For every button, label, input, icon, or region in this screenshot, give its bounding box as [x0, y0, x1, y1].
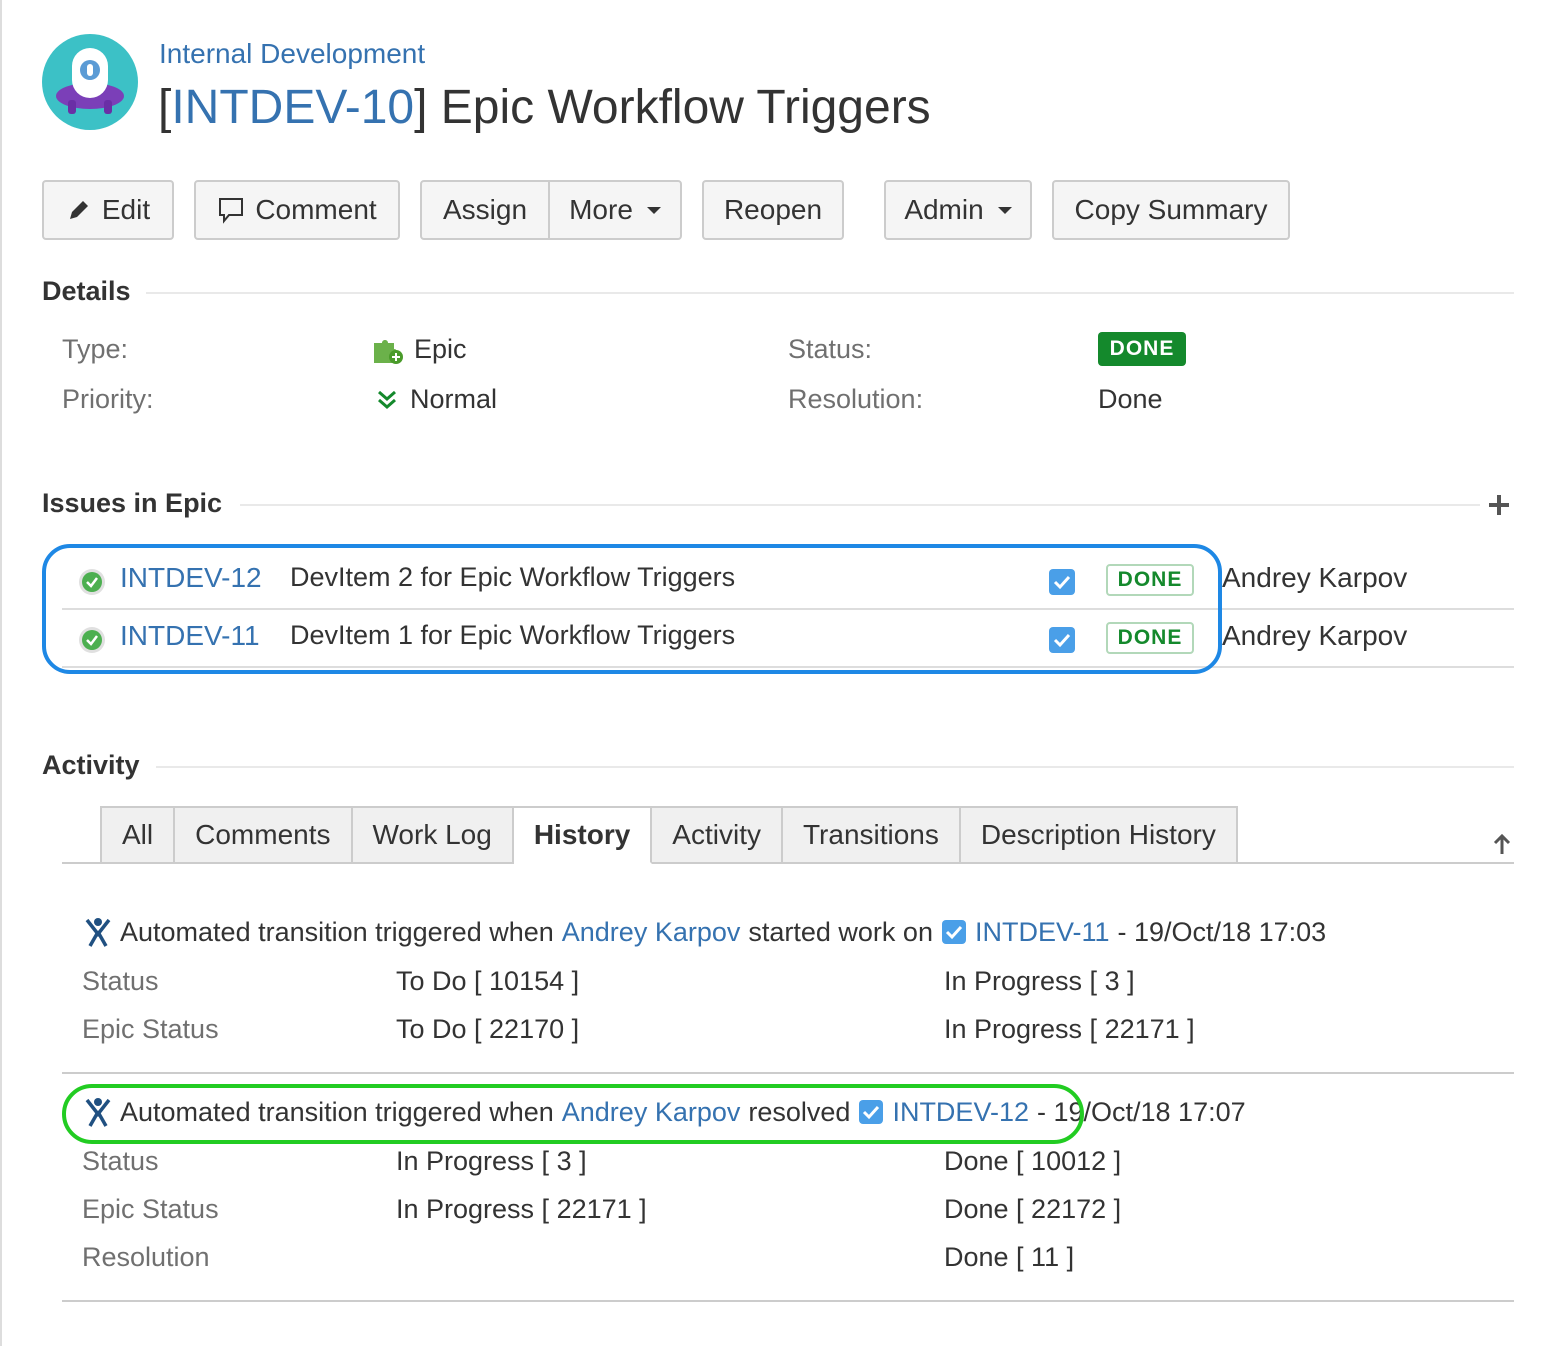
jira-automation-user-icon: [85, 918, 111, 947]
history-new-value: Done [ 22172 ]: [944, 1194, 1122, 1224]
blue-annotation-outline: [42, 544, 1222, 674]
history-timestamp: - 19/Oct/18 17:03: [1117, 916, 1327, 947]
history-field-label: Status: [82, 1146, 159, 1176]
priority-value-text: Normal: [410, 384, 498, 414]
green-annotation-outline: [62, 1084, 1084, 1144]
issue-key-link[interactable]: INTDEV-10: [171, 81, 414, 134]
edit-button[interactable]: Edit: [42, 180, 174, 240]
history-new-value: In Progress [ 22171 ]: [944, 1014, 1195, 1044]
issues-in-epic-divider: [240, 504, 1480, 506]
tab-activity[interactable]: Activity: [652, 806, 783, 864]
priority-value: Normal: [374, 384, 497, 415]
history-action: started work on: [748, 916, 933, 947]
activity-tabs: All Comments Work Log History Activity T…: [100, 806, 1238, 864]
issue-title: [INTDEV-10] Epic Workflow Triggers: [158, 81, 931, 134]
comment-label: Comment: [255, 194, 377, 225]
comment-button[interactable]: Comment: [194, 180, 400, 240]
history-field-label: Resolution: [82, 1242, 210, 1272]
more-dropdown-button[interactable]: More: [548, 182, 680, 238]
comment-bubble-icon: [219, 198, 244, 224]
history-issue-link[interactable]: INTDEV-11: [975, 917, 1110, 948]
type-value: Epic: [372, 334, 467, 365]
resolution-label: Resolution:: [788, 384, 924, 414]
history-field-label: Status: [82, 966, 159, 996]
chevron-down-icon: [997, 206, 1012, 214]
history-prefix: Automated transition triggered when: [120, 916, 554, 947]
assign-label: Assign: [442, 194, 528, 225]
history-field-label: Epic Status: [82, 1014, 219, 1044]
resolution-value: Done: [1098, 384, 1163, 414]
admin-dropdown-button[interactable]: Admin: [884, 180, 1032, 240]
copy-summary-button[interactable]: Copy Summary: [1052, 180, 1290, 240]
reopen-button[interactable]: Reopen: [702, 180, 844, 240]
issue-summary: Epic Workflow Triggers: [440, 81, 931, 134]
reopen-label: Reopen: [723, 194, 823, 225]
status-badge: DONE: [1098, 332, 1186, 366]
tab-all[interactable]: All: [100, 806, 176, 864]
history-new-value: In Progress [ 3 ]: [944, 966, 1135, 996]
epic-issue-assignee: Andrey Karpov: [1222, 620, 1408, 651]
priority-label: Priority:: [62, 384, 154, 414]
tab-work-log[interactable]: Work Log: [352, 806, 514, 864]
issues-in-epic-heading: Issues in Epic: [42, 488, 223, 518]
details-divider: [146, 292, 1514, 294]
epic-puzzle-icon: [374, 339, 403, 364]
more-label: More: [569, 194, 633, 225]
assign-button[interactable]: Assign: [422, 182, 548, 238]
tab-transitions[interactable]: Transitions: [782, 806, 961, 864]
history-old-value: To Do [ 10154 ]: [396, 966, 580, 996]
details-heading: Details: [42, 276, 131, 306]
history-new-value: Done [ 11 ]: [944, 1242, 1075, 1272]
type-label: Type:: [62, 334, 129, 364]
tab-comments[interactable]: Comments: [175, 806, 353, 864]
history-entry-divider: [62, 1072, 1514, 1074]
add-issue-plus-icon[interactable]: [1487, 493, 1511, 517]
history-old-value: In Progress [ 3 ]: [396, 1146, 587, 1176]
tab-history[interactable]: History: [513, 806, 653, 864]
chevron-down-icon: [646, 206, 661, 214]
history-user-link[interactable]: Andrey Karpov: [562, 917, 741, 948]
copy-summary-label: Copy Summary: [1074, 194, 1268, 225]
admin-label: Admin: [904, 194, 984, 225]
status-label: Status:: [788, 334, 873, 364]
history-old-value: In Progress [ 22171 ]: [396, 1194, 647, 1224]
activity-divider: [156, 766, 1514, 768]
history-new-value: Done [ 10012 ]: [944, 1146, 1122, 1176]
history-entry-header: Automated transition triggered when Andr…: [84, 916, 1326, 948]
page-left-border: [0, 0, 2, 1346]
task-checkbox-icon: [941, 920, 966, 944]
sort-order-arrow-up-icon[interactable]: [1490, 832, 1514, 856]
history-entry-divider: [62, 1300, 1514, 1302]
project-avatar-icon[interactable]: [42, 34, 138, 130]
project-name-link[interactable]: Internal Development: [159, 38, 425, 70]
epic-issue-assignee: Andrey Karpov: [1222, 562, 1408, 593]
activity-heading: Activity: [42, 750, 140, 780]
tab-description-history[interactable]: Description History: [960, 806, 1238, 864]
assign-more-group: Assign More: [420, 180, 682, 240]
priority-normal-chevrons-icon: [378, 390, 396, 409]
pencil-icon: [69, 201, 88, 219]
edit-label: Edit: [101, 194, 151, 225]
history-field-label: Epic Status: [82, 1194, 219, 1224]
type-value-text: Epic: [414, 334, 467, 364]
history-old-value: To Do [ 22170 ]: [396, 1014, 580, 1044]
